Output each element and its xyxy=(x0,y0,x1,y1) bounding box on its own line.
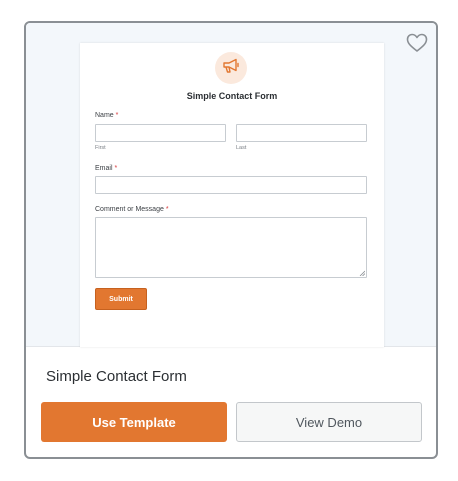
last-sublabel: Last xyxy=(236,145,247,151)
email-label-text: Email xyxy=(95,165,113,172)
required-mark: * xyxy=(114,165,118,172)
message-label: Comment or Message * xyxy=(95,206,169,213)
form-preview-sheet: Simple Contact Form Name * First Last Em… xyxy=(80,43,384,347)
email-input[interactable] xyxy=(95,176,367,194)
form-badge xyxy=(215,52,247,84)
name-label: Name * xyxy=(95,112,118,119)
template-card: Simple Contact Form Name * First Last Em… xyxy=(24,21,438,459)
use-template-button[interactable]: Use Template xyxy=(41,402,227,442)
last-name-input[interactable] xyxy=(236,124,367,142)
heart-icon[interactable] xyxy=(406,33,428,53)
email-label: Email * xyxy=(95,165,117,172)
template-preview: Simple Contact Form Name * First Last Em… xyxy=(26,23,436,347)
resize-grip-icon[interactable] xyxy=(359,270,365,276)
preview-submit-button: Submit xyxy=(95,288,147,310)
message-label-text: Comment or Message xyxy=(95,206,164,213)
name-label-text: Name xyxy=(95,112,114,119)
template-title: Simple Contact Form xyxy=(46,368,187,385)
first-sublabel: First xyxy=(95,145,106,151)
required-mark: * xyxy=(165,206,169,213)
required-mark: * xyxy=(115,112,119,119)
form-title: Simple Contact Form xyxy=(186,91,278,101)
first-name-input[interactable] xyxy=(95,124,226,142)
view-demo-button[interactable]: View Demo xyxy=(236,402,422,442)
megaphone-icon xyxy=(221,57,241,80)
message-textarea[interactable] xyxy=(95,217,367,278)
